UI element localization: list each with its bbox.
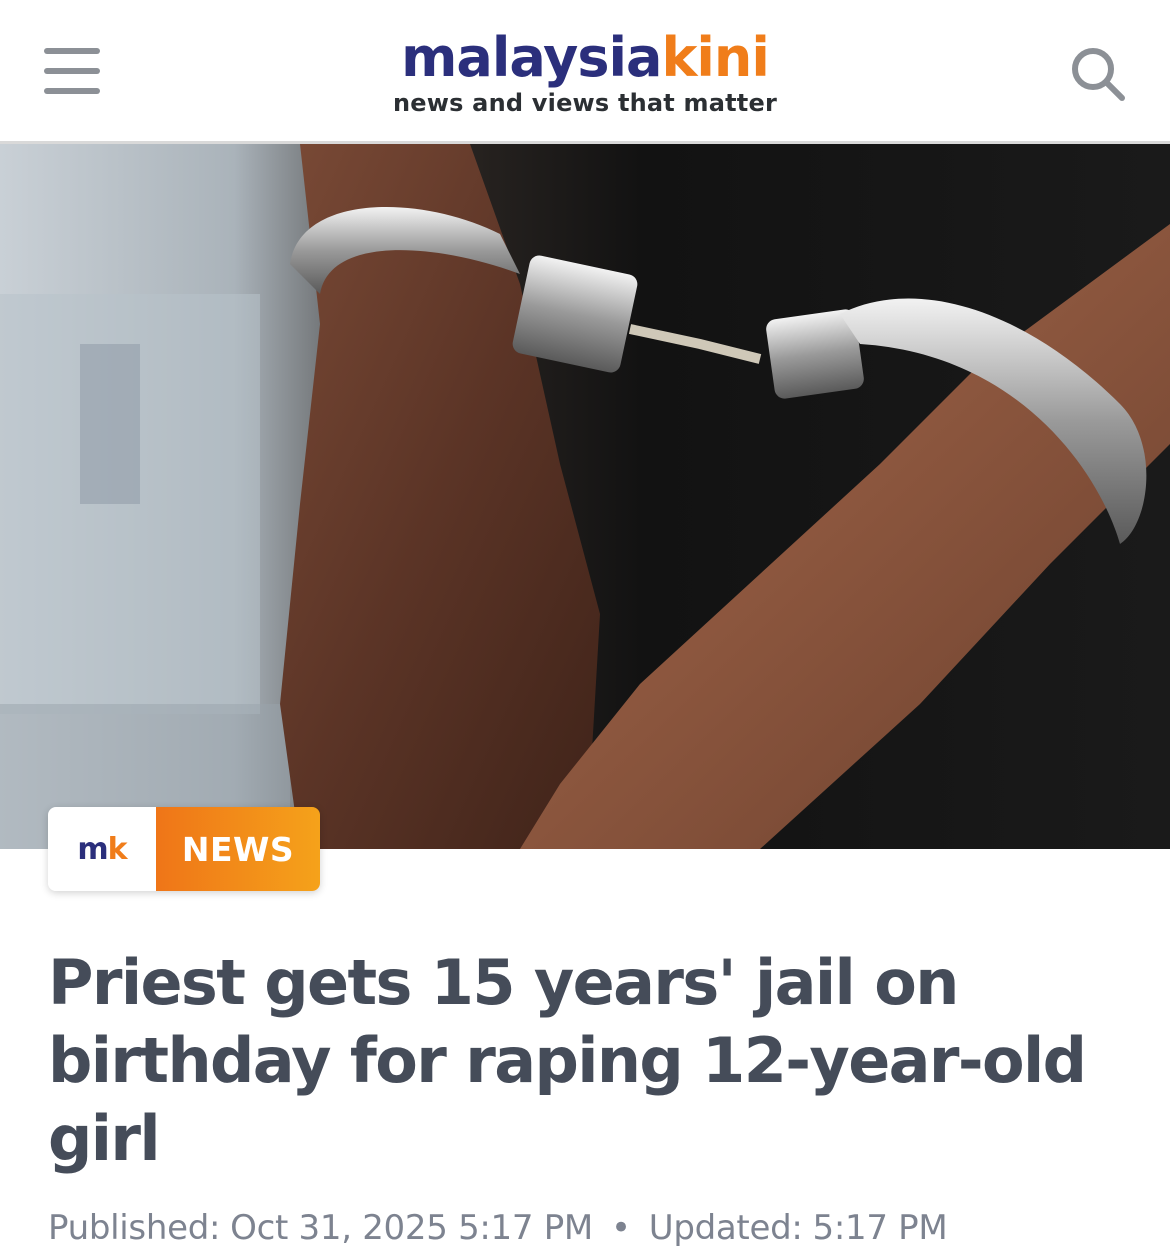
search-icon[interactable] — [1068, 44, 1128, 104]
news-category-badge[interactable]: mk NEWS — [48, 807, 320, 891]
site-header: malaysiakini news and views that matter — [0, 0, 1170, 144]
logo-part-malaysia: malaysia — [401, 26, 662, 89]
published-value: Oct 31, 2025 5:17 PM — [230, 1208, 593, 1248]
badge-logo-k: k — [107, 831, 128, 867]
mk-logo-icon: mk — [48, 807, 156, 891]
article-headline: Priest gets 15 years' jail on birthday f… — [48, 946, 1087, 1175]
article-page: malaysiakini news and views that matter — [0, 0, 1170, 1251]
handcuffed-hands-photo — [0, 144, 1170, 849]
site-tagline: news and views that matter — [393, 89, 777, 117]
article-timestamps: Published: Oct 31, 2025 5:17 PM • Updated: 5… — [48, 1205, 1148, 1251]
badge-logo-m: m — [77, 831, 108, 867]
updated-label: Updated: — [648, 1208, 803, 1248]
logo-part-kini: kini — [661, 26, 769, 89]
site-logo[interactable]: malaysiakini news and views that matter — [0, 26, 1170, 118]
updated-value: 5:17 PM — [812, 1208, 948, 1248]
logo-wordmark: malaysiakini — [0, 26, 1170, 90]
separator-dot: • — [610, 1208, 631, 1248]
badge-label: NEWS — [156, 807, 320, 891]
hero-image — [0, 144, 1170, 849]
published-label: Published: — [48, 1208, 221, 1248]
